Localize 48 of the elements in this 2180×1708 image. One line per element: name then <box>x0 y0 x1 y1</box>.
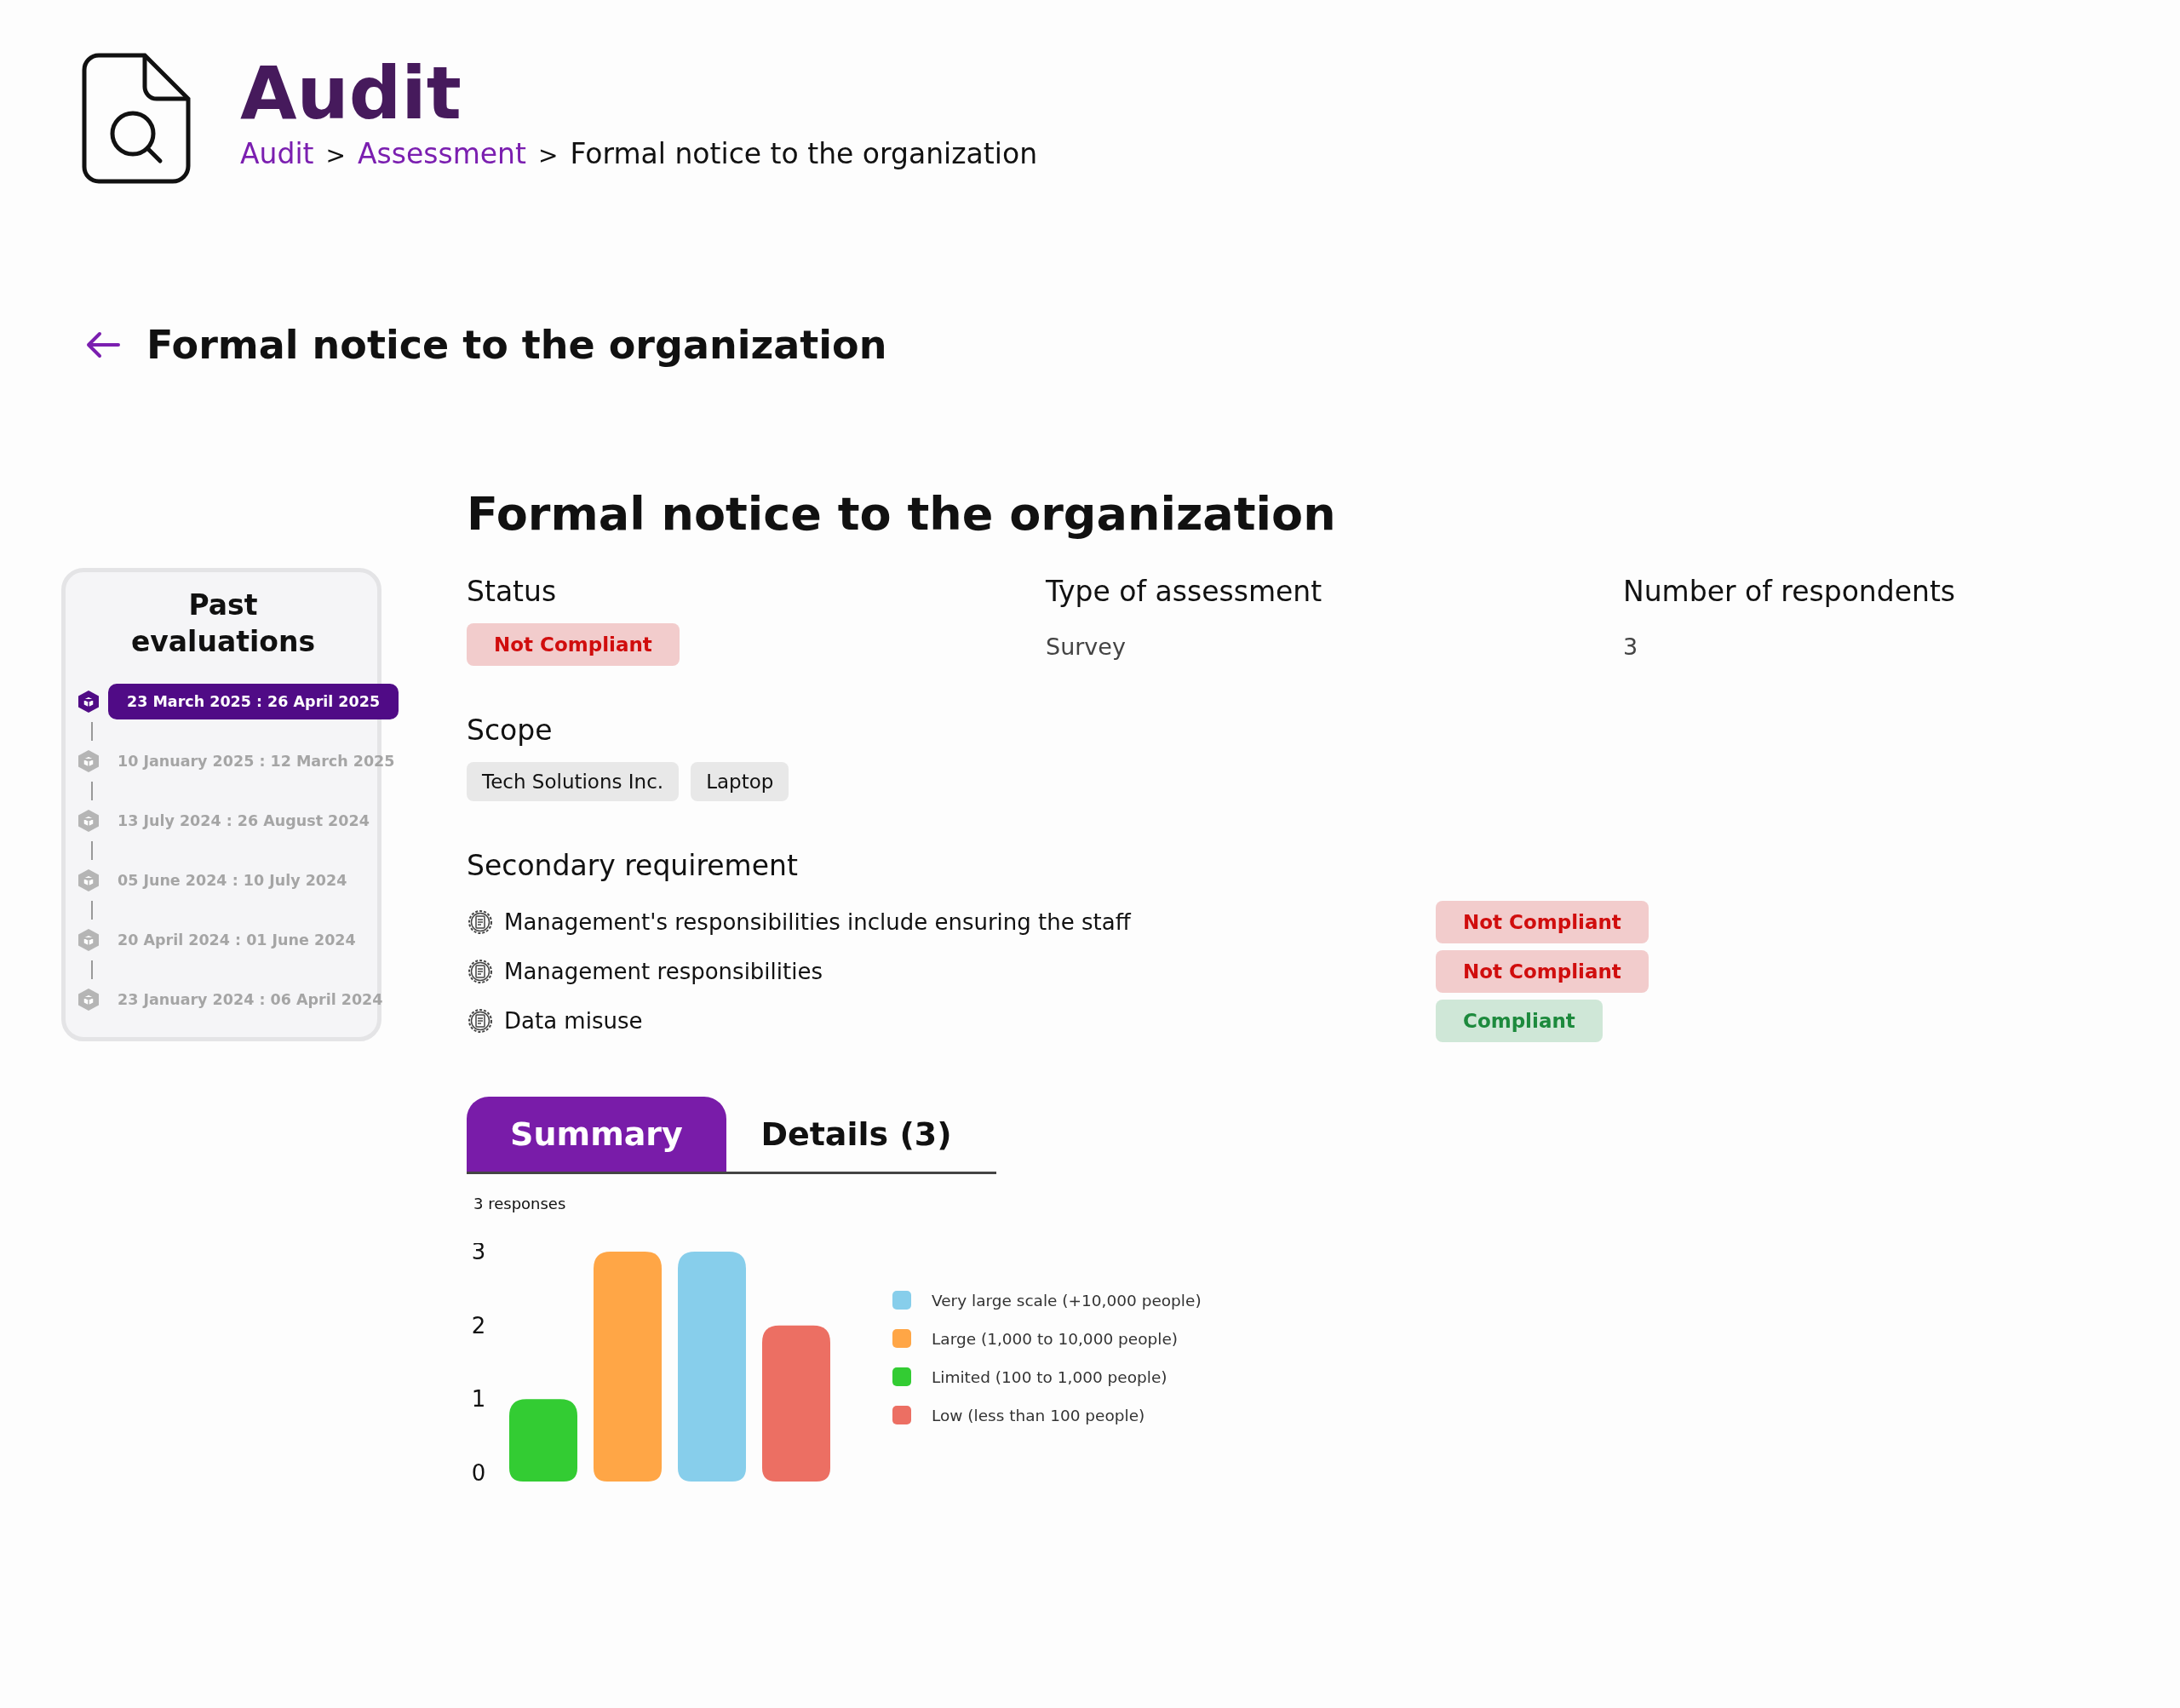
scope-tag: Laptop <box>691 762 789 801</box>
assessment-title: Formal notice to the organization <box>467 487 1337 541</box>
scope-tag: Tech Solutions Inc. <box>467 762 680 801</box>
cube-icon <box>77 927 100 952</box>
status-badge: Not Compliant <box>1436 950 1649 993</box>
requirement-text: Management responsibilities <box>504 959 823 984</box>
y-axis-label: 3 <box>471 1243 486 1264</box>
field-label: Type of assessment <box>1046 575 1323 608</box>
cube-icon <box>77 987 100 1012</box>
breadcrumb-separator: > <box>325 140 346 169</box>
cube-icon <box>77 868 100 892</box>
page-title: Audit <box>240 53 462 134</box>
breadcrumb-current: Formal notice to the organization <box>570 136 1038 170</box>
field-label: Number of respondents <box>1623 575 1957 608</box>
gear-document-icon <box>467 958 494 985</box>
field-label: Scope <box>467 714 554 747</box>
back-arrow-icon[interactable] <box>85 331 121 358</box>
requirement-text: Data misuse <box>504 1008 643 1034</box>
field-label: Status <box>467 575 558 608</box>
panel-title: Past evaluations <box>129 587 317 660</box>
requirement-text: Management's responsibilities include ensuring the staff <box>504 909 1131 935</box>
status-badge: Not Compliant <box>1436 901 1649 943</box>
status-badge: Not Compliant <box>467 623 680 666</box>
responses-count: 3 responses <box>473 1195 567 1212</box>
tab[interactable]: Summary <box>467 1097 726 1172</box>
field-value: Survey <box>1046 633 1127 660</box>
evaluation-item[interactable]: 23 March 2025 : 26 April 2025 <box>108 683 399 719</box>
gear-document-icon <box>467 1007 494 1035</box>
legend-label: Limited (100 to 1,000 people) <box>932 1367 1167 1386</box>
breadcrumb-link[interactable]: Assessment <box>358 136 526 170</box>
tab[interactable]: Details (3) <box>726 1097 986 1172</box>
status-badge: Compliant <box>1436 1000 1603 1042</box>
gear-document-icon <box>467 908 494 936</box>
field-label: Secondary requirement <box>467 849 799 882</box>
document-search-icon <box>82 53 191 184</box>
cube-icon <box>77 748 100 773</box>
y-axis-label: 1 <box>471 1386 486 1413</box>
breadcrumb-separator: > <box>537 140 559 169</box>
y-axis-label: 0 <box>471 1460 486 1486</box>
section-heading: Formal notice to the organization <box>146 322 887 368</box>
legend-label: Very large scale (+10,000 people) <box>932 1291 1202 1310</box>
cube-icon <box>77 689 100 714</box>
breadcrumb-link[interactable]: Audit <box>240 136 314 170</box>
legend-label: Low (less than 100 people) <box>932 1406 1145 1424</box>
cube-icon <box>77 808 100 833</box>
field-value: 3 <box>1623 633 1639 660</box>
y-axis-label: 2 <box>471 1312 486 1338</box>
legend-label: Large (1,000 to 10,000 people) <box>932 1329 1178 1348</box>
